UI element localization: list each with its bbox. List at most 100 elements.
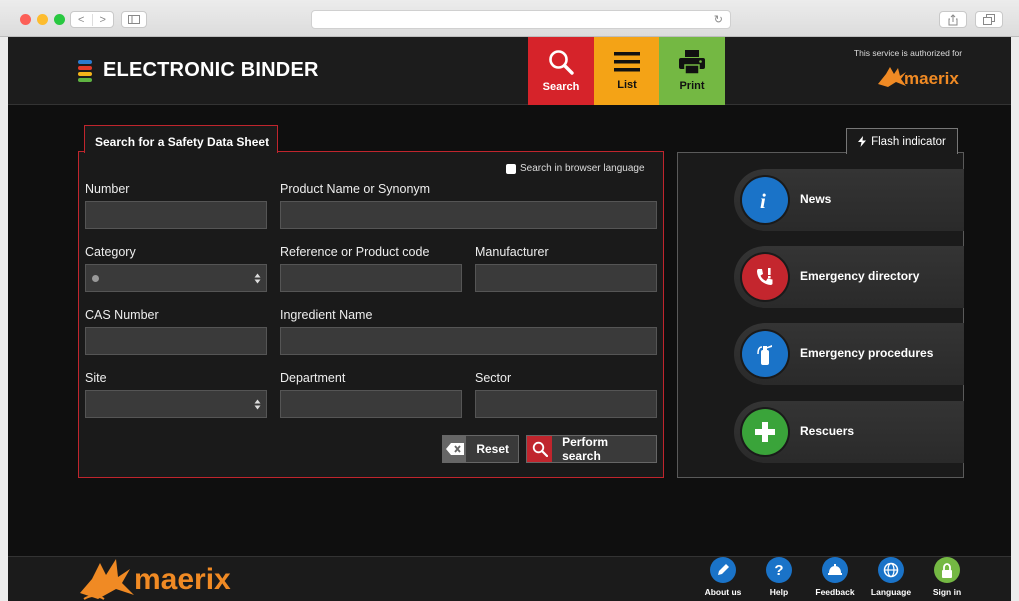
footer-link-label: Help (769, 587, 789, 597)
footer-sign-in[interactable]: Sign in (921, 557, 973, 597)
backspace-icon (443, 436, 467, 462)
product-name-field[interactable] (280, 201, 657, 229)
flash-item-emergency-procedures[interactable]: Emergency procedures (734, 323, 964, 385)
flash-item-label: Rescuers (800, 424, 855, 438)
browser-toolbar: < > ↻ (0, 0, 1019, 37)
number-label: Number (85, 182, 130, 196)
footer-link-label: About us (704, 587, 742, 597)
brand[interactable]: ELECTRONIC BINDER (78, 59, 319, 82)
share-icon (948, 13, 958, 25)
lock-icon (934, 557, 960, 583)
toolbar-print-button[interactable]: Print (659, 37, 725, 105)
reload-icon[interactable]: ↻ (714, 13, 723, 26)
info-icon: i (742, 177, 788, 223)
back-button[interactable]: < (71, 13, 93, 26)
flash-item-label: News (800, 192, 832, 206)
authorized-text: This service is authorized for (853, 48, 963, 58)
footer-link-label: Feedback (815, 587, 855, 597)
address-bar[interactable]: ↻ (311, 10, 731, 29)
reset-button[interactable]: Reset (442, 435, 519, 463)
zoom-window-button[interactable] (54, 14, 65, 25)
sidebar-icon (128, 15, 140, 24)
ingredient-name-field[interactable] (280, 327, 657, 355)
magnifier-icon (527, 436, 553, 462)
tab-search-sds[interactable]: Search for a Safety Data Sheet (84, 125, 278, 153)
printer-icon (679, 50, 705, 74)
flash-item-emergency-directory[interactable]: Emergency directory (734, 246, 964, 308)
reset-label: Reset (476, 442, 509, 456)
close-window-button[interactable] (20, 14, 31, 25)
category-select[interactable] (85, 264, 267, 292)
search-panel: Search in browser language Number Produc… (78, 151, 664, 478)
department-label: Department (280, 371, 346, 385)
flash-item-news[interactable]: i News (734, 169, 964, 231)
toolbar-print-label: Print (679, 80, 705, 92)
footer: maerix About us ? Help Feedback Language (8, 556, 1011, 601)
header: ELECTRONIC BINDER Search List Print This… (8, 37, 1011, 105)
browser-language-checkbox[interactable]: Search in browser language (506, 163, 645, 174)
flash-item-label: Emergency procedures (800, 346, 934, 360)
footer-link-label: Sign in (932, 587, 962, 597)
pen-icon (710, 557, 736, 583)
emergency-phone-icon (742, 254, 788, 300)
forward-button[interactable]: > (93, 14, 114, 26)
svg-text:maerix: maerix (904, 69, 959, 88)
fire-extinguisher-icon (742, 331, 788, 377)
flash-panel: i News Emergency directory Emergency pro… (677, 152, 964, 478)
site-select[interactable] (85, 390, 267, 418)
perform-search-label: Perform search (562, 435, 609, 463)
list-icon (614, 52, 640, 72)
toolbar-search-button[interactable]: Search (528, 37, 594, 105)
bell-icon (822, 557, 848, 583)
sector-label: Sector (475, 371, 512, 385)
product-name-label: Product Name or Synonym (280, 182, 431, 196)
maerix-logo[interactable]: maerix (78, 549, 278, 601)
checkbox-box[interactable] (506, 163, 516, 174)
number-field[interactable] (85, 201, 267, 229)
category-placeholder-dot (92, 274, 99, 282)
flash-item-rescuers[interactable]: Rescuers (734, 401, 964, 463)
footer-language[interactable]: Language (865, 557, 917, 597)
app-title: ELECTRONIC BINDER (103, 59, 319, 81)
tabs-icon (983, 14, 995, 25)
footer-about-us[interactable]: About us (697, 557, 749, 597)
select-arrows-icon (254, 273, 261, 283)
footer-feedback[interactable]: Feedback (809, 557, 861, 597)
tabs-overview-button[interactable] (975, 11, 1003, 28)
toolbar-list-label: List (617, 79, 637, 91)
flash-item-label: Emergency directory (800, 269, 920, 283)
svg-text:i: i (760, 189, 766, 211)
reference-field[interactable] (280, 264, 462, 292)
history-nav: < > (70, 11, 114, 28)
department-field[interactable] (280, 390, 462, 418)
lightning-icon (858, 136, 867, 147)
share-button[interactable] (939, 11, 967, 28)
maerix-logo-small: maerix (878, 67, 959, 88)
magnifier-icon (549, 50, 574, 75)
sidebar-toggle-button[interactable] (121, 11, 147, 28)
ingredient-name-label: Ingredient Name (280, 308, 373, 322)
svg-text:maerix: maerix (134, 563, 231, 596)
question-icon: ? (766, 557, 792, 583)
manufacturer-label: Manufacturer (475, 245, 549, 259)
tab-flash-indicator[interactable]: Flash indicator (846, 128, 958, 154)
sector-field[interactable] (475, 390, 657, 418)
footer-help[interactable]: ? Help (753, 557, 805, 597)
toolbar-search-label: Search (542, 81, 580, 93)
manufacturer-field[interactable] (475, 264, 657, 292)
toolbar-list-button[interactable]: List (594, 37, 660, 105)
cas-number-label: CAS Number (85, 308, 159, 322)
site-label: Site (85, 371, 107, 385)
category-label: Category (85, 245, 136, 259)
minimize-window-button[interactable] (37, 14, 48, 25)
perform-search-button[interactable]: Perform search (526, 435, 657, 463)
reference-label: Reference or Product code (280, 245, 430, 259)
globe-icon (878, 557, 904, 583)
cas-number-field[interactable] (85, 327, 267, 355)
flash-tab-label: Flash indicator (871, 135, 946, 148)
binder-stack-icon (78, 59, 92, 82)
select-arrows-icon (254, 399, 261, 409)
footer-link-label: Language (870, 587, 912, 597)
site-placeholder (92, 401, 99, 408)
browser-language-label: Search in browser language (520, 163, 645, 174)
